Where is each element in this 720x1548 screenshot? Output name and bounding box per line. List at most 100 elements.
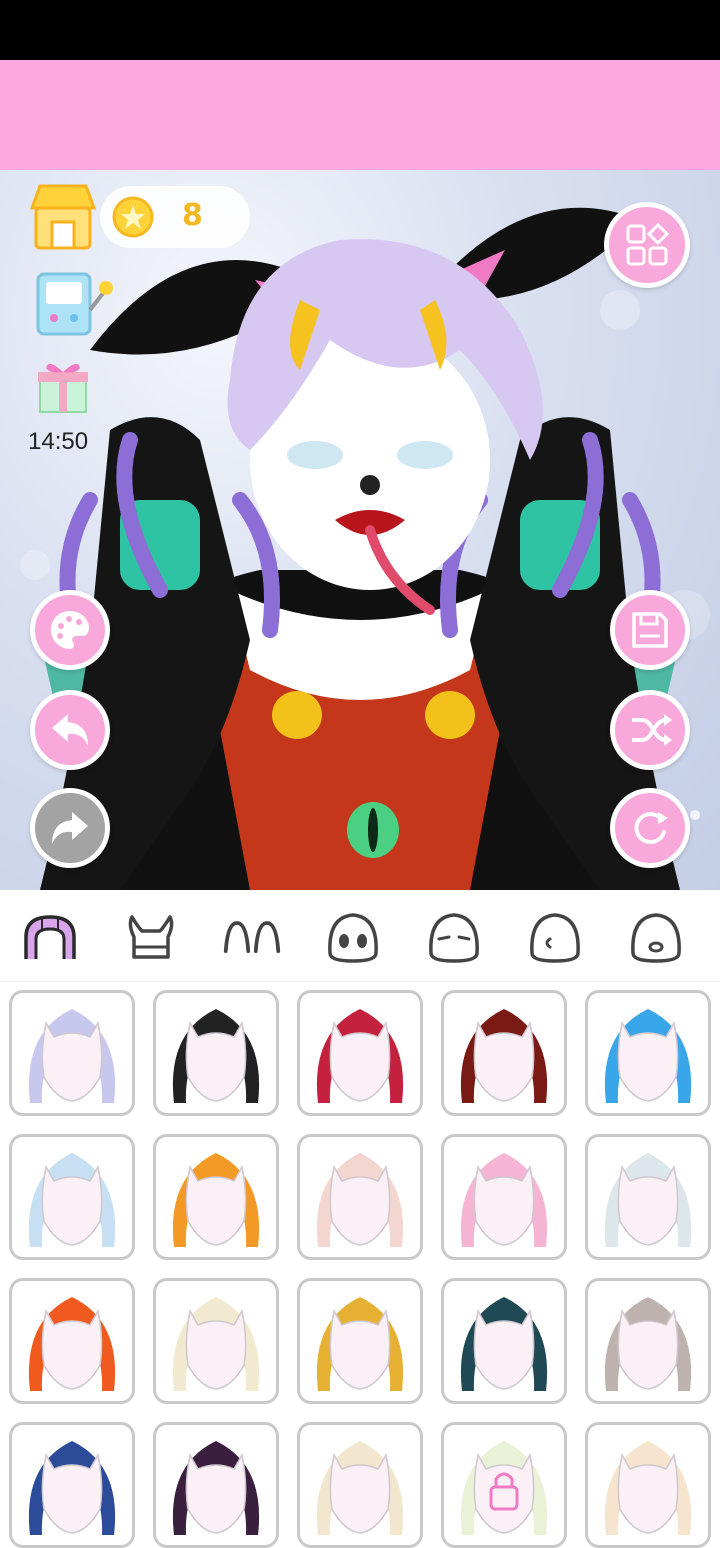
gift-button[interactable]	[36, 356, 90, 416]
grid-menu-button[interactable]	[604, 202, 690, 288]
head-silhouette	[617, 1308, 679, 1390]
head-silhouette	[473, 1020, 535, 1102]
hair-item[interactable]	[441, 1278, 567, 1404]
hair-thumbnail	[172, 1009, 260, 1103]
face-mouth-icon	[631, 913, 681, 963]
head-silhouette	[329, 1452, 391, 1534]
palette-button[interactable]	[30, 590, 110, 670]
shop-icon	[29, 184, 97, 250]
hair-item[interactable]	[9, 1134, 135, 1260]
save-icon	[632, 612, 668, 648]
head-silhouette	[185, 1308, 247, 1390]
game-machine-icon	[36, 272, 113, 336]
redo-button[interactable]	[30, 788, 110, 868]
hair-item[interactable]	[585, 990, 711, 1116]
hair-thumbnail	[172, 1297, 260, 1391]
hair-thumbnail	[460, 1297, 548, 1391]
head-silhouette	[473, 1308, 535, 1390]
redo-icon	[52, 812, 88, 844]
ad-banner[interactable]	[0, 60, 720, 170]
undo-button[interactable]	[30, 690, 110, 770]
head-silhouette	[185, 1020, 247, 1102]
head-silhouette	[185, 1164, 247, 1246]
face-brows-icon	[429, 913, 479, 963]
hair-thumbnail	[28, 1009, 116, 1103]
hair-item[interactable]	[9, 1278, 135, 1404]
hair-item[interactable]	[585, 1134, 711, 1260]
hair-item[interactable]	[297, 1278, 423, 1404]
hair-item[interactable]	[441, 990, 567, 1116]
status-bar	[0, 0, 720, 60]
hair-thumbnail	[604, 1153, 692, 1247]
hair-thumbnail	[460, 1441, 548, 1535]
gift-icon	[38, 363, 88, 413]
hair-thumbnail	[316, 1297, 404, 1391]
head-silhouette	[617, 1020, 679, 1102]
head-silhouette	[41, 1164, 103, 1246]
hair-thumbnail	[460, 1009, 548, 1103]
category-ears[interactable]	[222, 908, 282, 968]
hair-item[interactable]	[441, 1422, 567, 1548]
head-silhouette	[473, 1452, 535, 1534]
head-silhouette	[329, 1308, 391, 1390]
hair-thumbnail	[316, 1009, 404, 1103]
undo-icon	[52, 714, 88, 746]
reset-icon	[634, 812, 668, 845]
hair-item[interactable]	[153, 990, 279, 1116]
hair-item[interactable]	[153, 1278, 279, 1404]
hair-icon	[24, 915, 76, 959]
face-nose-icon	[530, 913, 580, 963]
hair-item[interactable]	[297, 1422, 423, 1548]
hair-thumbnail	[28, 1441, 116, 1535]
hair-thumbnail	[316, 1153, 404, 1247]
head-silhouette	[617, 1452, 679, 1534]
game-machine-button[interactable]	[34, 270, 114, 338]
category-mouth[interactable]	[626, 908, 686, 968]
shop-button[interactable]	[29, 182, 97, 252]
head-silhouette	[41, 1020, 103, 1102]
head-silhouette	[617, 1164, 679, 1246]
category-eyes[interactable]	[323, 908, 383, 968]
shuffle-button[interactable]	[610, 690, 690, 770]
grid-menu-icon	[626, 223, 669, 266]
hair-thumbnail	[604, 1297, 692, 1391]
category-horns[interactable]	[121, 908, 181, 968]
head-silhouette	[329, 1020, 391, 1102]
hair-thumbnail	[172, 1441, 260, 1535]
hair-thumbnail	[28, 1153, 116, 1247]
item-grid	[0, 982, 720, 1548]
coin-counter: 8	[100, 186, 250, 248]
hair-item[interactable]	[441, 1134, 567, 1260]
coin-count: 8	[182, 198, 203, 233]
hair-thumbnail	[316, 1441, 404, 1535]
ears-icon	[223, 921, 281, 953]
head-silhouette	[473, 1164, 535, 1246]
hair-thumbnail	[604, 1441, 692, 1535]
hair-item[interactable]	[297, 990, 423, 1116]
category-brows[interactable]	[424, 908, 484, 968]
palette-icon	[51, 611, 89, 649]
hair-item[interactable]	[585, 1422, 711, 1548]
hair-item[interactable]	[9, 1422, 135, 1548]
avatar-preview: 8 14:50	[0, 170, 720, 890]
hair-item[interactable]	[153, 1422, 279, 1548]
shuffle-icon	[632, 714, 672, 746]
hair-item[interactable]	[153, 1134, 279, 1260]
head-silhouette	[185, 1452, 247, 1534]
hair-item[interactable]	[9, 990, 135, 1116]
hair-thumbnail	[172, 1153, 260, 1247]
head-silhouette	[41, 1452, 103, 1534]
category-hair[interactable]	[20, 908, 80, 968]
reset-button[interactable]	[610, 788, 690, 868]
category-nose[interactable]	[525, 908, 585, 968]
category-bar	[0, 890, 720, 982]
hair-thumbnail	[28, 1297, 116, 1391]
horns-icon	[128, 915, 174, 959]
hair-item[interactable]	[585, 1278, 711, 1404]
hair-item[interactable]	[297, 1134, 423, 1260]
hair-thumbnail	[604, 1009, 692, 1103]
hair-thumbnail	[460, 1153, 548, 1247]
save-button[interactable]	[610, 590, 690, 670]
coin-icon	[112, 196, 154, 238]
gift-timer: 14:50	[28, 428, 89, 455]
